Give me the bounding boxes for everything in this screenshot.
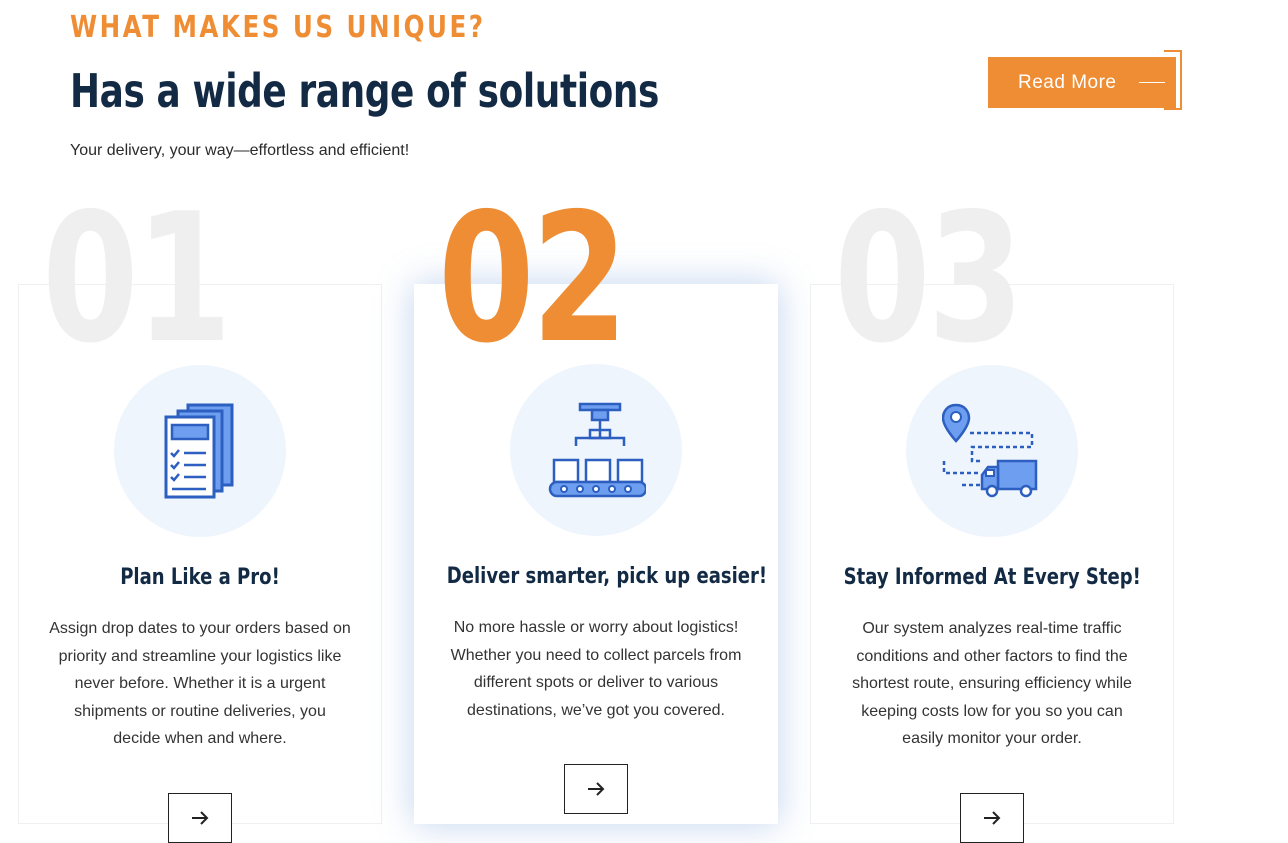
section-subtitle: Your delivery, your way—effortless and e…: [70, 142, 410, 159]
card-arrow-button[interactable]: [564, 764, 628, 814]
section-title: Has a wide range of solutions: [70, 64, 659, 118]
section-kicker: WHAT MAKES US UNIQUE?: [70, 10, 486, 45]
card-title: Deliver smarter, pick up easier!: [446, 564, 768, 589]
read-more-label: Read More: [1018, 71, 1117, 93]
step-number: 03: [834, 175, 1024, 382]
card-arrow-button[interactable]: [168, 793, 232, 843]
dash-line-icon: [1138, 82, 1165, 83]
card-description: Assign drop dates to your orders based o…: [49, 620, 351, 747]
icon-circle: [906, 365, 1078, 537]
icon-circle: [510, 364, 682, 536]
arrow-right-icon: [192, 811, 209, 825]
step-number: 02: [438, 175, 628, 382]
card-title: Plan Like a Pro!: [120, 565, 280, 590]
step-number: 01: [42, 175, 232, 382]
documents-checklist-icon: [164, 403, 234, 499]
icon-circle: [114, 365, 286, 537]
card-title: Stay Informed At Every Step!: [843, 565, 1141, 590]
arrow-right-icon: [984, 811, 1001, 825]
delivery-truck-route-icon: [942, 403, 1038, 498]
conveyor-belt-icon: [548, 402, 646, 498]
read-more-wrapper: Read More: [988, 50, 1182, 114]
card-description: Our system analyzes real-time traffic co…: [852, 620, 1132, 747]
arrow-right-icon: [588, 782, 605, 796]
read-more-button[interactable]: Read More: [988, 57, 1176, 108]
card-arrow-button[interactable]: [960, 793, 1024, 843]
card-description: No more hassle or worry about logistics!…: [450, 619, 742, 719]
